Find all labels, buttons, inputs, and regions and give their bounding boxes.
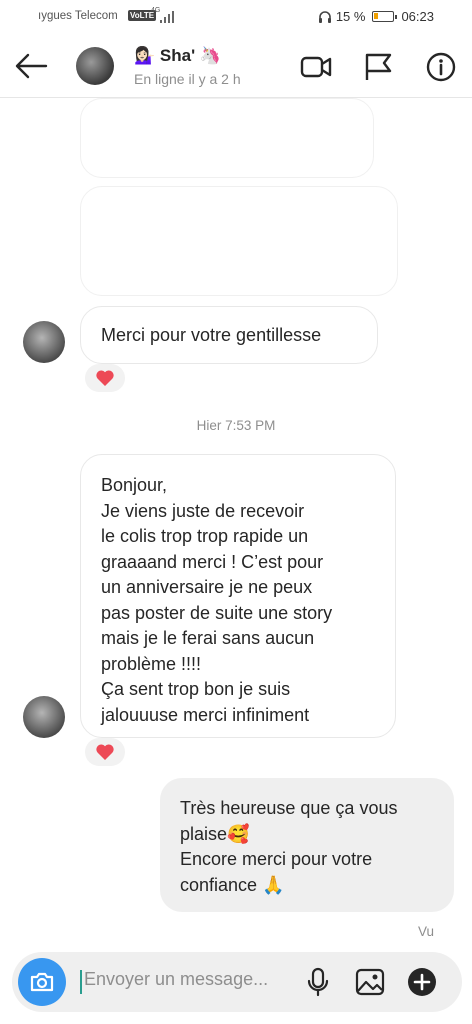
battery-icon: [372, 11, 398, 22]
heart-reaction[interactable]: [85, 364, 125, 392]
contact-name[interactable]: 💁🏻‍♀️ Sha' 🦄: [134, 46, 221, 66]
incoming-message[interactable]: Merci pour votre gentillesse: [80, 306, 378, 364]
add-circle-icon[interactable]: [406, 966, 438, 998]
message-line: Très heureuse que ça vous: [180, 798, 398, 818]
headphones-icon: [318, 10, 331, 23]
message-input[interactable]: Envoyer un message...: [84, 969, 268, 990]
battery-percent: 15 %: [335, 9, 366, 24]
heart-reaction[interactable]: [85, 738, 125, 766]
carrier-label: ıygues Telecom: [38, 10, 118, 22]
clock: 06:23: [401, 9, 434, 24]
message-line: Ça sent trop bon je suis: [101, 679, 291, 699]
faded-message: [80, 98, 374, 178]
back-arrow-icon[interactable]: [14, 50, 50, 82]
message-line: mais je le ferai sans aucun: [101, 628, 315, 648]
message-line: le colis trop trop rapide un: [101, 526, 309, 546]
seen-indicator: Vu: [417, 924, 434, 939]
outgoing-message[interactable]: Très heureuse que ça vous plaise🥰 Encore…: [160, 778, 454, 912]
video-call-icon[interactable]: [300, 52, 332, 82]
message-line: graaaand merci ! C’est pour: [101, 551, 324, 572]
text-caret: [80, 970, 82, 994]
chat-header: 💁🏻‍♀️ Sha' 🦄 En ligne il y a 2 h: [0, 34, 472, 98]
contact-avatar[interactable]: [76, 47, 114, 85]
message-line: Bonjour,: [101, 475, 168, 495]
gallery-icon[interactable]: [354, 966, 386, 998]
timestamp: Hier 7:53 PM: [196, 418, 276, 433]
message-line: un anniversaire je ne peux: [101, 577, 313, 597]
flag-icon[interactable]: [362, 52, 394, 82]
status-bar: ıygues Telecom VoLTE 4G 15 % 06:23: [0, 0, 472, 34]
microphone-icon[interactable]: [302, 966, 334, 998]
heart-icon: [96, 744, 114, 760]
message-text: Merci pour votre gentillesse: [101, 325, 322, 345]
message-line: problème !!!!: [101, 653, 202, 674]
message-line: jalouuuse merci infiniment: [101, 704, 310, 725]
network-type: 4G: [151, 7, 161, 14]
sender-avatar[interactable]: [23, 321, 65, 363]
message-line: plaise🥰: [180, 823, 250, 844]
sender-avatar[interactable]: [23, 696, 65, 738]
message-line: pas poster de suite une story: [101, 602, 333, 623]
message-line: Je viens juste de recevoir: [101, 500, 305, 521]
status-right: 15 % 06:23: [318, 9, 434, 24]
presence-status: En ligne il y a 2 h: [134, 71, 241, 87]
signal-icon: [160, 11, 178, 23]
incoming-message[interactable]: Bonjour, Je viens juste de recevoir le c…: [80, 454, 396, 738]
message-line: Encore merci pour votre: [180, 849, 373, 869]
faded-message: [80, 186, 398, 296]
camera-icon: [30, 972, 54, 992]
camera-button[interactable]: [18, 958, 66, 1006]
heart-icon: [96, 370, 114, 386]
message-composer: Envoyer un message...: [12, 952, 462, 1012]
info-icon[interactable]: [425, 52, 457, 82]
message-line: confiance 🙏: [180, 874, 285, 895]
